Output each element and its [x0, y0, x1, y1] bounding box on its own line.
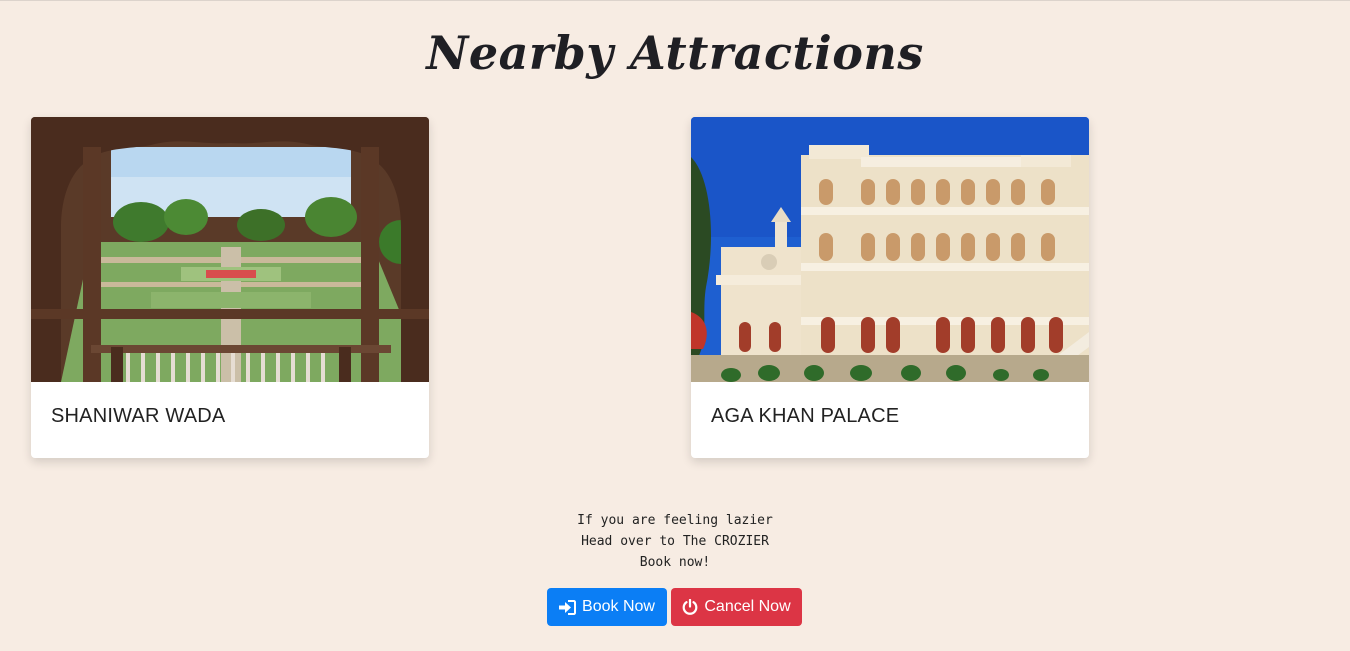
attraction-card-shaniwar-wada[interactable]: SHANIWAR WADA: [31, 117, 429, 458]
promo-line-3: Book now!: [639, 555, 711, 570]
cancel-now-label: Cancel Now: [704, 598, 791, 615]
sign-in-icon: [559, 599, 577, 615]
page-title: Nearby Attractions: [426, 26, 924, 80]
power-icon: [682, 599, 698, 615]
promo-line-2: Head over to The CROZIER: [581, 534, 769, 549]
attraction-name: SHANIWAR WADA: [51, 405, 226, 427]
promo-text: If you are feeling lazier Head over to T…: [0, 510, 1350, 573]
book-now-button[interactable]: Book Now: [547, 588, 667, 626]
promo-line-1: If you are feeling lazier: [577, 513, 773, 528]
attraction-image-shaniwar-wada: [31, 117, 429, 382]
attraction-card-aga-khan-palace[interactable]: AGA KHAN PALACE: [691, 117, 1089, 458]
attraction-image-aga-khan-palace: [691, 117, 1089, 382]
attraction-name: AGA KHAN PALACE: [711, 405, 900, 427]
book-now-label: Book Now: [582, 598, 655, 615]
top-border: [0, 0, 1350, 1]
cancel-now-button[interactable]: Cancel Now: [671, 588, 802, 626]
